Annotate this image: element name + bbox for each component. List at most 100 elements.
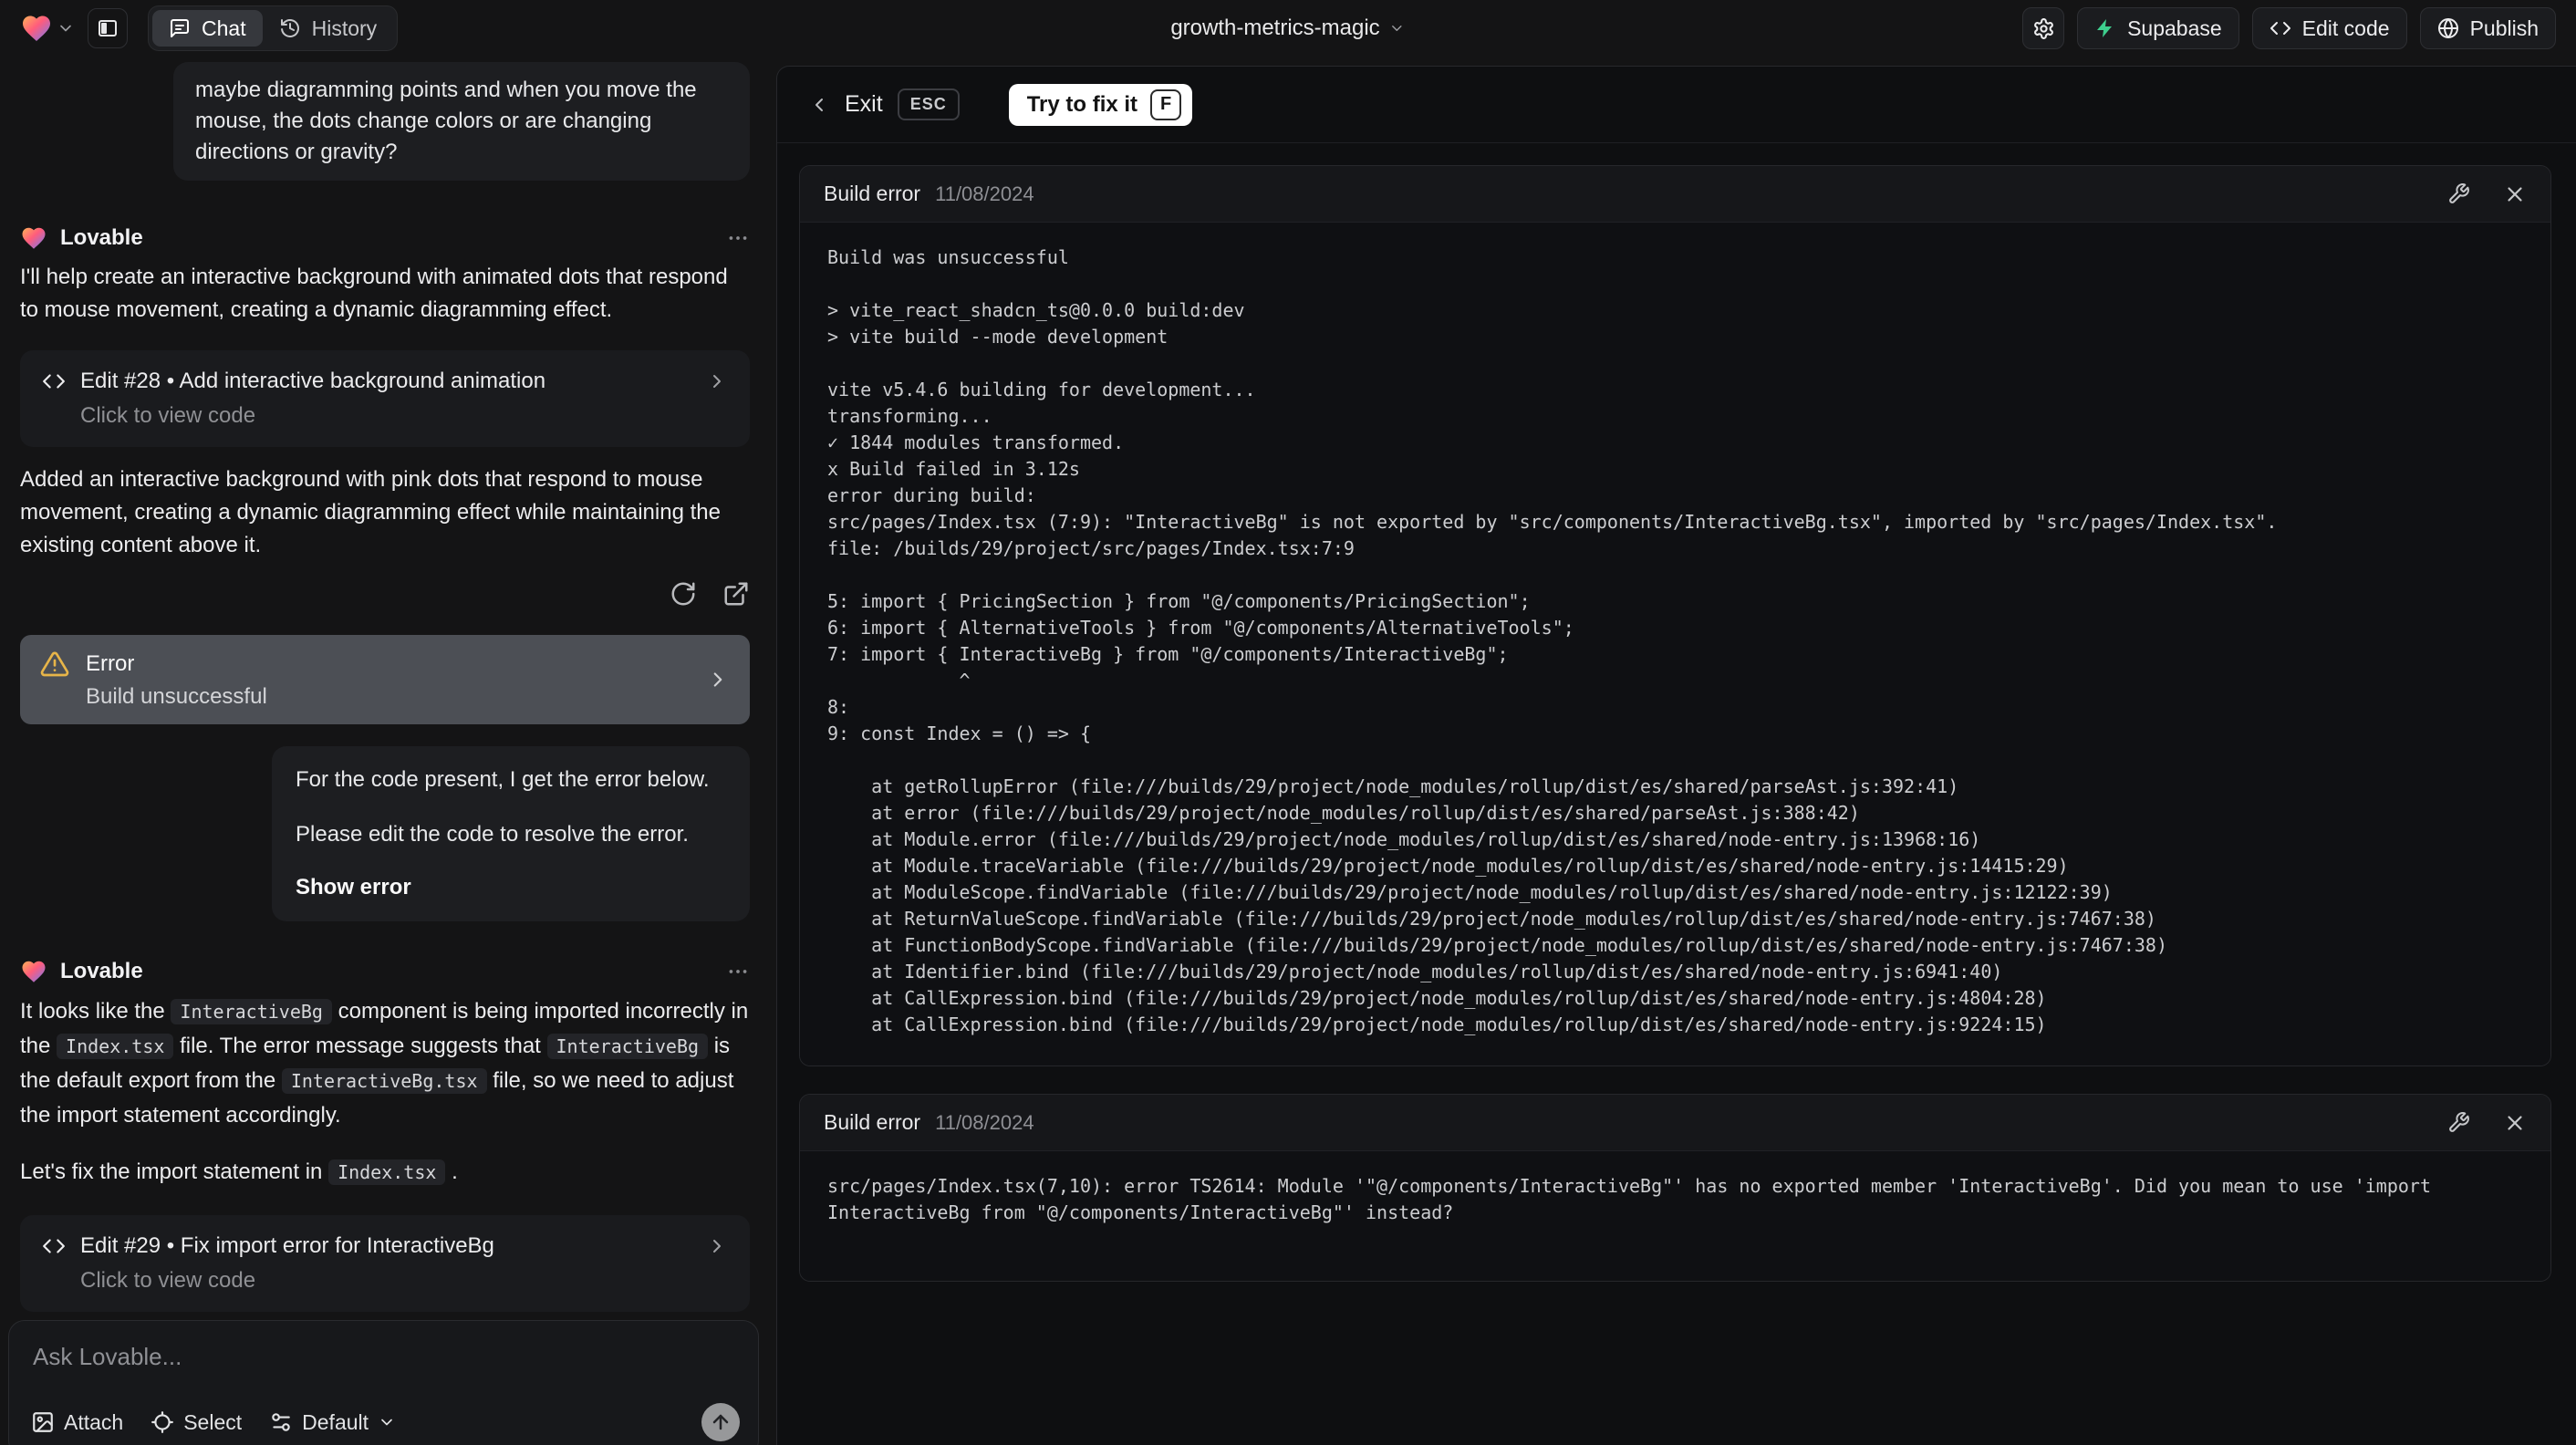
build-error-title: Error xyxy=(86,651,135,676)
f-key-badge: F xyxy=(1150,88,1182,120)
mode-label: Default xyxy=(302,1409,369,1434)
fix-with-ai-button[interactable] xyxy=(2447,1111,2470,1134)
warning-triangle-icon xyxy=(40,651,69,677)
inline-code: InteractiveBg.tsx xyxy=(281,1068,487,1094)
publish-button[interactable]: Publish xyxy=(2419,7,2556,49)
assistant-name: Lovable xyxy=(60,225,143,250)
error-panel-actions xyxy=(2447,1111,2527,1135)
code-icon xyxy=(43,1239,65,1253)
lovable-logo-menu[interactable] xyxy=(20,12,75,45)
restore-button[interactable] xyxy=(670,580,697,608)
error-panel-title: Build error xyxy=(824,182,921,205)
refresh-icon xyxy=(671,582,695,606)
error-panel-date: 11/08/2024 xyxy=(935,1110,1034,1134)
chat-composer: Attach Select Default xyxy=(8,1320,759,1445)
supabase-bolt-icon xyxy=(2097,19,2113,37)
build-error-subtitle: Build unsuccessful xyxy=(86,684,267,709)
inline-code: InteractiveBg xyxy=(171,999,332,1024)
project-name: growth-metrics-magic xyxy=(1170,16,1380,40)
edit-card-29[interactable]: Edit #29 • Fix import error for Interact… xyxy=(20,1215,750,1312)
globe-icon xyxy=(2437,18,2458,38)
assistant-message: It looks like the InteractiveBg componen… xyxy=(20,999,749,1128)
message-menu-button[interactable] xyxy=(726,226,750,250)
chevron-right-icon xyxy=(713,672,722,687)
close-icon xyxy=(2508,186,2522,202)
chevron-down-icon xyxy=(1392,26,1402,31)
history-icon xyxy=(280,19,299,37)
chevron-left-icon xyxy=(815,98,823,111)
ellipsis-icon xyxy=(729,236,747,240)
show-error-link[interactable]: Show error xyxy=(296,872,726,903)
error-panel-date: 11/08/2024 xyxy=(935,182,1034,205)
user-message: For the code present, I get the error be… xyxy=(272,746,750,921)
assistant-message: I'll help create an interactive backgrou… xyxy=(20,265,728,322)
edit-card-title-row: Edit #28 • Add interactive background an… xyxy=(42,369,728,394)
chat-input[interactable] xyxy=(33,1343,595,1371)
edit-card-subtitle: Click to view code xyxy=(80,1268,256,1293)
topbar: Chat History growth-metrics-magic Supaba… xyxy=(0,0,2576,57)
view-tabs: Chat History xyxy=(148,5,399,51)
overlay-body: Build error 11/08/2024 Build was unsucce… xyxy=(777,143,2576,1282)
lovable-heart-icon xyxy=(23,16,50,42)
assistant-name: Lovable xyxy=(60,959,143,983)
assistant-header: Lovable xyxy=(20,224,750,252)
fix-with-ai-button[interactable] xyxy=(2447,182,2470,205)
supabase-label: Supabase xyxy=(2127,16,2222,40)
send-button[interactable] xyxy=(701,1403,740,1441)
chat-bubble-icon xyxy=(171,19,189,37)
settings-button[interactable] xyxy=(2022,7,2065,49)
edit-card-28[interactable]: Edit #28 • Add interactive background an… xyxy=(20,350,750,447)
publish-label: Publish xyxy=(2469,16,2539,40)
edit-card-title: Edit #29 • Fix import error for Interact… xyxy=(80,1233,494,1258)
overlay-header: Exit ESC Try to fix it F xyxy=(777,67,2576,143)
sliders-icon xyxy=(272,1413,290,1431)
wrench-icon xyxy=(2449,1112,2469,1132)
exit-label: Exit xyxy=(845,91,883,117)
message-menu-button[interactable] xyxy=(726,960,750,983)
gear-icon xyxy=(2033,17,2053,39)
supabase-button[interactable]: Supabase xyxy=(2077,7,2239,49)
lovable-avatar xyxy=(22,227,46,249)
sidebar-toggle-icon xyxy=(99,20,117,36)
close-error-button[interactable] xyxy=(2503,1111,2527,1135)
chevron-right-icon xyxy=(713,1240,721,1253)
esc-key-badge: ESC xyxy=(897,88,960,120)
code-icon xyxy=(43,374,65,389)
edit-card-title-row: Edit #29 • Fix import error for Interact… xyxy=(42,1233,728,1259)
select-button[interactable]: Select xyxy=(151,1410,242,1435)
main-area: maybe diagramming points and when you mo… xyxy=(0,57,2576,1445)
open-preview-button[interactable] xyxy=(722,580,750,608)
mode-dropdown[interactable]: Default xyxy=(269,1410,396,1435)
error-log[interactable]: Build was unsuccessful > vite_react_shad… xyxy=(800,223,2550,1066)
tab-history[interactable]: History xyxy=(263,10,394,47)
chevron-down-icon xyxy=(381,1419,392,1426)
error-panel-header: Build error 11/08/2024 xyxy=(800,1095,2550,1151)
close-error-button[interactable] xyxy=(2503,182,2527,206)
error-log[interactable]: src/pages/Index.tsx(7,10): error TS2614:… xyxy=(800,1151,2550,1281)
sidebar-toggle-button[interactable] xyxy=(88,8,128,48)
attach-button[interactable]: Attach xyxy=(31,1410,123,1435)
build-error-card[interactable]: Error Build unsuccessful xyxy=(20,635,750,724)
tab-chat-label: Chat xyxy=(202,16,246,40)
inline-code: Index.tsx xyxy=(57,1034,174,1059)
exit-button[interactable]: Exit xyxy=(808,91,883,118)
try-to-fix-button[interactable]: Try to fix it F xyxy=(1008,83,1193,126)
assistant-message: Added an interactive background with pin… xyxy=(20,467,721,557)
edit-code-label: Edit code xyxy=(2301,16,2390,40)
project-switcher[interactable]: growth-metrics-magic xyxy=(1170,16,1405,41)
lovable-avatar xyxy=(22,961,46,982)
code-icon xyxy=(2270,22,2290,35)
topbar-right: Supabase Edit code Publish xyxy=(2022,7,2556,49)
user-message-line: Please edit the code to resolve the erro… xyxy=(296,822,689,847)
inline-code: Index.tsx xyxy=(328,1159,446,1185)
edit-code-button[interactable]: Edit code xyxy=(2251,7,2407,49)
user-message: maybe diagramming points and when you mo… xyxy=(173,62,750,181)
wrench-icon xyxy=(2449,183,2469,203)
edit-card-subtitle: Click to view code xyxy=(80,403,256,428)
tab-chat[interactable]: Chat xyxy=(152,10,263,47)
inline-code: InteractiveBg xyxy=(546,1034,709,1059)
attach-label: Attach xyxy=(64,1409,124,1434)
try-to-fix-label: Try to fix it xyxy=(1026,91,1138,117)
image-attach-icon xyxy=(33,1412,53,1432)
build-error-panel-1: Build error 11/08/2024 Build was unsucce… xyxy=(799,165,2551,1066)
